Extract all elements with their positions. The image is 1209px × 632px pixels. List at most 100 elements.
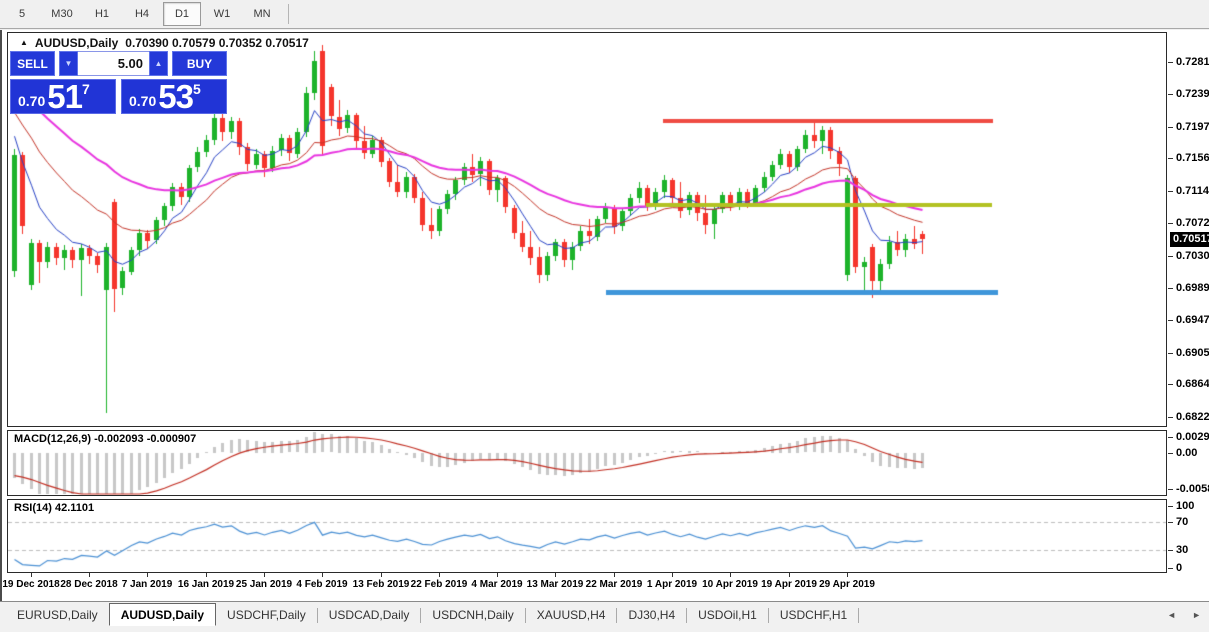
axis-tick <box>1168 191 1173 192</box>
price-tick-label: 0.69890 <box>1176 281 1209 295</box>
axis-tick <box>1168 256 1173 257</box>
axis-tick <box>31 573 32 577</box>
buy-button[interactable]: BUY <box>172 51 227 76</box>
rsi-tick-label: 70 <box>1176 515 1188 529</box>
tab-scroll-right-button[interactable]: ► <box>1192 610 1201 620</box>
axis-tick <box>1168 158 1173 159</box>
axis-tick <box>497 573 498 577</box>
tab-usdchf-daily[interactable]: USDCHF,Daily <box>216 604 317 625</box>
tab-usdcad-daily[interactable]: USDCAD,Daily <box>318 604 421 625</box>
timeframe-button-h4[interactable]: H4 <box>123 2 161 26</box>
price-tick-label: 0.71140 <box>1176 184 1209 198</box>
sell-button[interactable]: SELL <box>10 51 55 76</box>
timeframe-toolbar: 5M30H1H4D1W1MN <box>0 0 1209 29</box>
one-click-trading-panel: SELL ▼ ▲ BUY 0.70 51 7 0.70 53 5 <box>10 51 227 114</box>
rsi-canvas[interactable] <box>8 500 1166 572</box>
axis-tick <box>789 573 790 577</box>
axis-tick <box>147 573 148 577</box>
axis-tick <box>89 573 90 577</box>
timeframe-button-d1[interactable]: D1 <box>163 2 201 26</box>
sell-price-box[interactable]: 0.70 51 7 <box>10 79 116 114</box>
buy-price-frac: 0.70 <box>129 93 156 109</box>
axis-tick <box>555 573 556 577</box>
buy-price-sup: 5 <box>193 81 201 97</box>
sell-price-sup: 7 <box>82 81 90 97</box>
axis-tick <box>1168 353 1173 354</box>
volume-input[interactable] <box>78 51 149 76</box>
axis-tick <box>322 573 323 577</box>
timeframe-button-w1[interactable]: W1 <box>203 2 241 26</box>
sell-price-frac: 0.70 <box>18 93 45 109</box>
price-tick-label: 0.72390 <box>1176 87 1209 101</box>
timeframe-button-h1[interactable]: H1 <box>83 2 121 26</box>
axis-tick <box>847 573 848 577</box>
tab-usdchf-h1[interactable]: USDCHF,H1 <box>769 604 858 625</box>
chart-title: ▲ AUDUSD,Daily 0.70390 0.70579 0.70352 0… <box>20 36 309 50</box>
axis-tick <box>672 573 673 577</box>
price-tick-label: 0.70720 <box>1176 216 1209 230</box>
buy-price-box[interactable]: 0.70 53 5 <box>121 79 227 114</box>
current-price-tag: 0.70517 <box>1170 232 1209 247</box>
axis-tick <box>1168 453 1173 454</box>
price-tick-label: 0.68640 <box>1176 377 1209 391</box>
tab-audusd-daily[interactable]: AUDUSD,Daily <box>109 603 216 626</box>
axis-tick <box>1168 489 1173 490</box>
axis-tick <box>1168 550 1173 551</box>
rsi-tick-label: 0 <box>1176 561 1182 575</box>
axis-tick <box>1168 94 1173 95</box>
axis-tick <box>614 573 615 577</box>
axis-tick <box>1168 522 1173 523</box>
tab-scroll-left-button[interactable]: ◄ <box>1167 610 1176 620</box>
price-tick-label: 0.72810 <box>1176 55 1209 69</box>
chart-window: ▲ AUDUSD,Daily 0.70390 0.70579 0.70352 0… <box>0 30 1209 601</box>
tab-xauusd-h4[interactable]: XAUUSD,H4 <box>526 604 617 625</box>
price-tick-label: 0.69470 <box>1176 313 1209 327</box>
toolbar-separator <box>288 4 289 24</box>
volume-increase-button[interactable]: ▲ <box>149 51 168 76</box>
rsi-tick-label: 100 <box>1176 499 1194 513</box>
tab-usdoil-h1[interactable]: USDOil,H1 <box>687 604 768 625</box>
chart-ohlc-values: 0.70390 0.70579 0.70352 0.70517 <box>125 36 309 50</box>
macd-label: MACD(12,26,9) -0.002093 -0.000907 <box>14 433 196 445</box>
rsi-tick-label: 30 <box>1176 543 1188 557</box>
axis-tick <box>1168 568 1173 569</box>
axis-tick <box>206 573 207 577</box>
date-tick-label: 29 Apr 2019 <box>805 579 889 590</box>
price-tick-label: 0.71560 <box>1176 151 1209 165</box>
rsi-panel <box>7 499 1167 573</box>
axis-tick <box>264 573 265 577</box>
tab-dj30-h4[interactable]: DJ30,H4 <box>617 604 686 625</box>
rsi-label: RSI(14) 42.1101 <box>14 502 94 514</box>
macd-tick-label: -0.005825 <box>1176 482 1209 496</box>
tab-eurusd-daily[interactable]: EURUSD,Daily <box>6 604 109 625</box>
macd-tick-label: 0.00 <box>1176 446 1197 460</box>
axis-tick <box>1168 417 1173 418</box>
axis-tick <box>1168 320 1173 321</box>
axis-tick <box>1168 506 1173 507</box>
axis-tick <box>1168 384 1173 385</box>
price-tick-label: 0.70300 <box>1176 249 1209 263</box>
axis-tick <box>381 573 382 577</box>
timeframe-button-mn[interactable]: MN <box>243 2 281 26</box>
price-tick-label: 0.69050 <box>1176 346 1209 360</box>
axis-tick <box>1168 437 1173 438</box>
axis-tick <box>439 573 440 577</box>
sell-price-big: 51 <box>47 82 82 112</box>
macd-tick-label: 0.002957 <box>1176 430 1209 444</box>
axis-tick <box>1168 223 1173 224</box>
price-tick-label: 0.68220 <box>1176 410 1209 424</box>
buy-price-big: 53 <box>158 82 193 112</box>
axis-tick <box>1168 62 1173 63</box>
axis-tick <box>730 573 731 577</box>
tab-separator <box>858 608 859 623</box>
chart-symbol-label: AUDUSD,Daily <box>35 36 118 50</box>
timeframe-button-5[interactable]: 5 <box>3 2 41 26</box>
timeframe-button-m30[interactable]: M30 <box>43 2 81 26</box>
axis-tick <box>1168 127 1173 128</box>
axis-tick <box>1168 288 1173 289</box>
volume-decrease-button[interactable]: ▼ <box>59 51 78 76</box>
collapse-triangle-icon[interactable]: ▲ <box>20 38 28 47</box>
tab-usdcnh-daily[interactable]: USDCNH,Daily <box>421 604 524 625</box>
price-tick-label: 0.71970 <box>1176 120 1209 134</box>
mt4-terminal: { "toolbar": { "timeframes": [ {"label":… <box>0 0 1209 632</box>
